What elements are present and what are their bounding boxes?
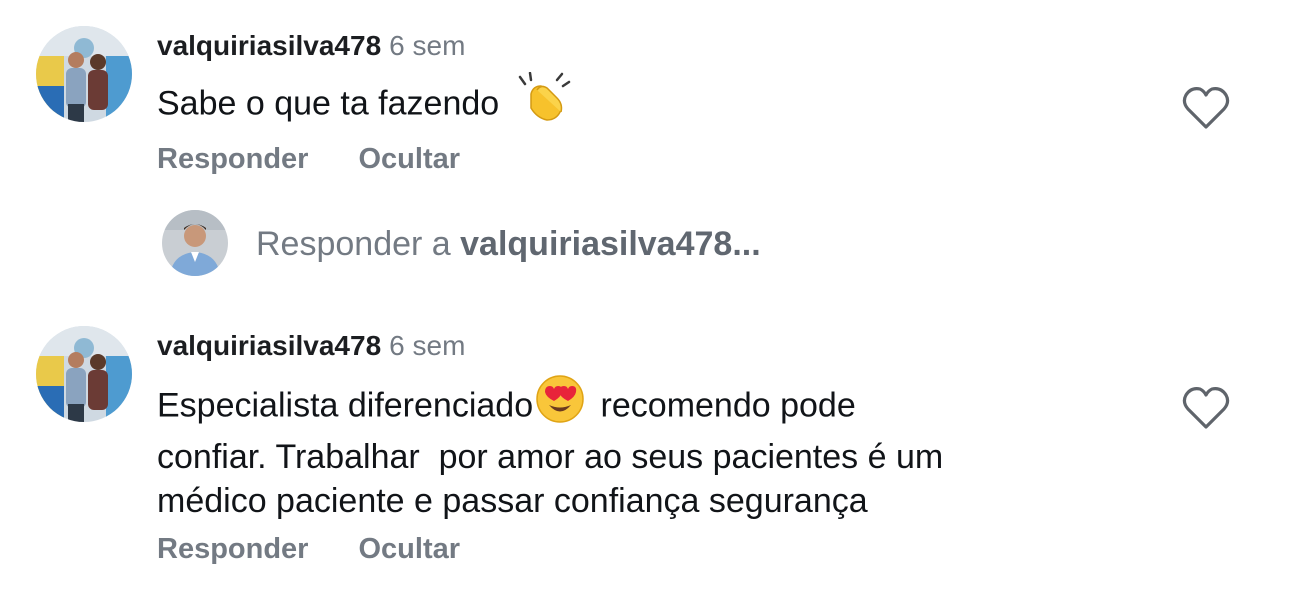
comment-header: valquiriasilva478 6 sem [157,329,465,363]
reply-input-placeholder[interactable]: Responder a valquiriasilva478... [256,224,761,264]
comment-body-part-1: Especialista diferenciado [157,386,534,425]
like-heart-icon[interactable] [1182,386,1230,430]
hide-button[interactable]: Ocultar [358,143,460,175]
comment-body: Sabe o que ta fazendo [157,84,500,123]
hide-button[interactable]: Ocultar [358,533,460,565]
reply-prefix: Responder a [256,225,461,263]
comment-header: valquiriasilva478 6 sem [157,29,465,63]
current-user-avatar [162,210,228,276]
timestamp: 6 sem [389,30,466,61]
comment-line-3: médico paciente e passar confiança segur… [157,482,868,520]
username[interactable]: valquiriasilva478 [157,330,381,361]
like-heart-icon[interactable] [1182,86,1230,130]
comment-line-1: Especialista diferenciado recomendo pode [157,375,1157,435]
username[interactable]: valquiriasilva478 [157,30,381,61]
comment-line-2: confiar. Trabalhar por amor ao seus paci… [157,438,944,476]
user-avatar[interactable] [36,326,132,422]
comment-text: Sabe o que ta fazendo [157,71,1157,133]
comment-body-part-2: recomendo pode [591,386,856,425]
reply-button[interactable]: Responder [157,143,308,175]
heart-eyes-emoji-icon [535,374,585,435]
comment-actions: Responder Ocultar [157,533,460,566]
reply-target: valquiriasilva478... [460,225,761,263]
timestamp: 6 sem [389,330,466,361]
comment-actions: Responder Ocultar [157,143,460,176]
reply-button[interactable]: Responder [157,533,308,565]
comment-text: Especialista diferenciado recomendo pode… [157,375,1157,523]
clapping-hands-emoji-icon [517,71,571,133]
user-avatar[interactable] [36,26,132,122]
reply-composer[interactable]: Responder a valquiriasilva478... [162,210,962,276]
